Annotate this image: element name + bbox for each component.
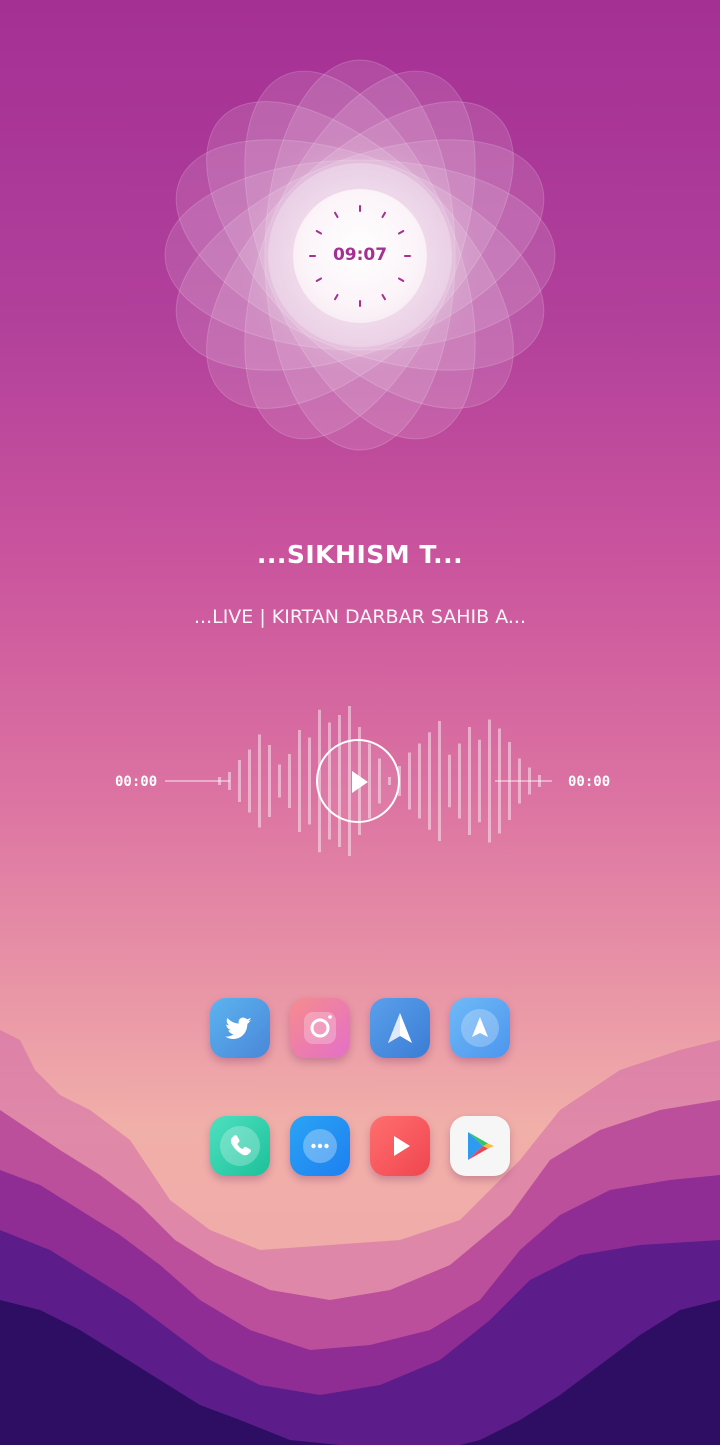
track-subtitle: ...LIVE | KIRTAN DARBAR SAHIB A...	[194, 606, 526, 628]
spark-mail-app[interactable]	[370, 998, 430, 1058]
instagram-app[interactable]	[290, 998, 350, 1058]
elapsed-time: 00:00	[115, 774, 158, 790]
clock-tick	[381, 293, 386, 301]
waveform-bar	[438, 721, 441, 841]
waveform-bar	[258, 734, 261, 828]
waveform-bar	[288, 754, 291, 808]
waveform-bar	[268, 745, 271, 817]
navigation-arrow-icon	[461, 1009, 499, 1047]
clock-time: 09:07	[332, 245, 388, 265]
clock-tick	[334, 293, 339, 301]
waveform-bar	[228, 772, 231, 790]
twitter-app[interactable]	[210, 998, 270, 1058]
play-store-app[interactable]	[450, 1116, 510, 1176]
mountain-wallpaper	[0, 1030, 720, 1445]
clock-tick	[315, 230, 323, 235]
clock-tick	[315, 277, 323, 282]
waveform-bar	[478, 739, 481, 823]
clock-tick	[397, 277, 405, 282]
clock-tick	[334, 211, 339, 219]
phone-handset-icon	[220, 1126, 260, 1166]
phone-app[interactable]	[210, 1116, 270, 1176]
clock-tick	[397, 230, 405, 235]
waveform-bar	[518, 758, 521, 804]
waveform-bar	[218, 777, 221, 785]
waveform-bar	[458, 743, 461, 819]
track-title: ...SIKHISM T...	[256, 540, 464, 569]
waveform-bar	[428, 732, 431, 830]
waveform-bar	[408, 752, 411, 810]
waveform-bar	[538, 775, 541, 787]
waveform-bar	[508, 742, 511, 820]
waveform-bar	[298, 730, 301, 832]
play-button[interactable]	[316, 739, 400, 823]
waveform-bar	[238, 760, 241, 802]
play-triangle-icon	[394, 1136, 410, 1156]
play-icon	[352, 771, 368, 793]
waveform-bar	[248, 749, 251, 813]
paper-plane-icon	[388, 1013, 412, 1043]
waveform-bar	[448, 754, 451, 808]
maps-app[interactable]	[450, 998, 510, 1058]
waveform-bar	[528, 767, 531, 795]
twitter-bird-icon	[225, 1017, 252, 1039]
clock-tick	[381, 211, 386, 219]
waveform-bar	[488, 719, 491, 843]
total-duration: 00:00	[568, 774, 611, 790]
waveform-bar	[278, 764, 281, 798]
waveform-bar	[498, 728, 501, 834]
chat-bubble-icon	[303, 1129, 337, 1163]
waveform-bar	[468, 727, 471, 835]
waveform-bar	[308, 737, 311, 825]
instagram-camera-icon	[304, 1012, 336, 1044]
messages-app[interactable]	[290, 1116, 350, 1176]
play-store-icon	[468, 1132, 494, 1160]
youtube-app[interactable]	[370, 1116, 430, 1176]
waveform-bar	[418, 743, 421, 819]
